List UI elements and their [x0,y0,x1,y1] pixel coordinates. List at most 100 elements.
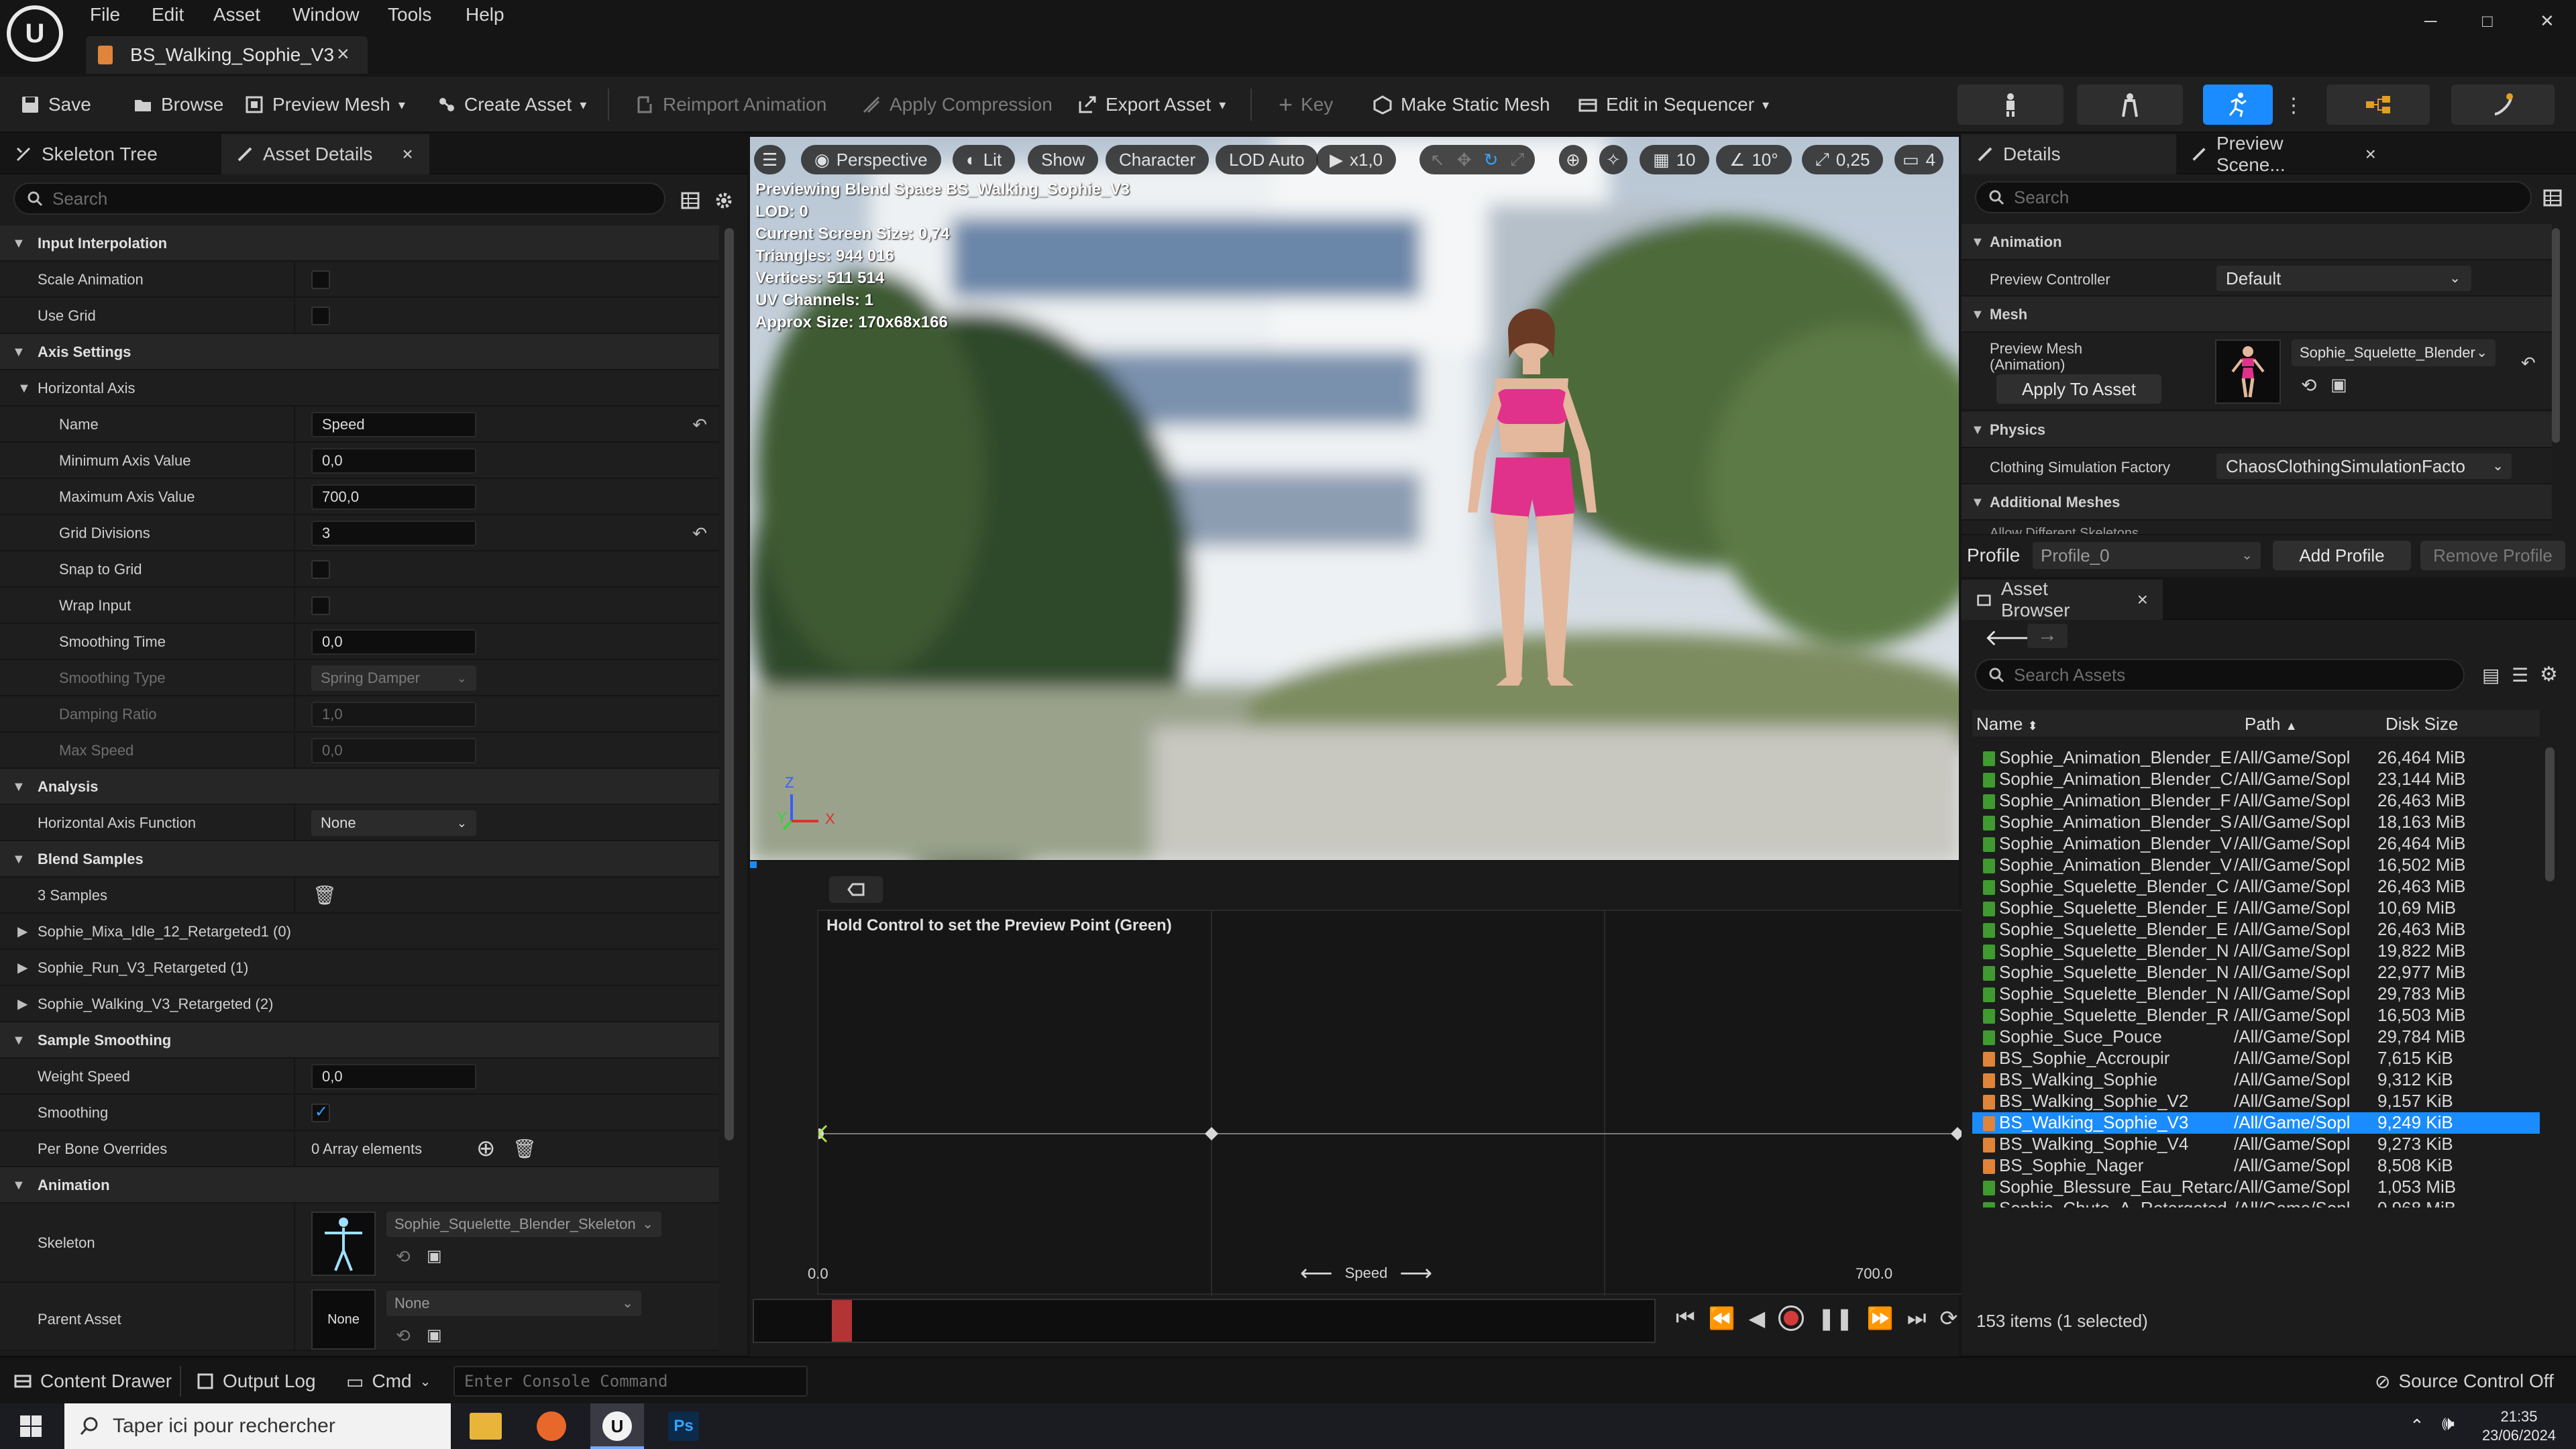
viewport-menu-button[interactable]: ☰ [754,145,786,174]
asset-row[interactable]: BS_Sophie_Nager/All/Game/Sopl 8,508 KiB [1972,1155,2540,1177]
asset-row[interactable]: Sophie_Animation_Blender_S/All/Game/Sopl… [1972,812,2540,833]
close-icon[interactable]: × [2365,144,2376,165]
asset-row[interactable]: BS_Sophie_Accroupir/All/Game/Sopl 7,615 K… [1972,1048,2540,1069]
trash-icon[interactable]: 🗑 [313,884,337,906]
column-name[interactable]: Name ⬍ [1976,714,2038,735]
tab-preview-scene[interactable]: Preview Scene... × [2176,133,2391,175]
menu-file[interactable]: File [90,4,120,25]
forward-arrow-icon[interactable]: → [2027,624,2068,648]
minimize-button[interactable]: ─ [2424,11,2436,32]
playback-speed-button[interactable]: ▶ x1,0 [1316,145,1397,174]
asset-row[interactable]: Sophie_Animation_Blender_E/All/Game/Sopl… [1972,747,2540,769]
profile-select[interactable]: Profile_0 ⌄ [2033,542,2261,569]
filter-icon[interactable]: ☰ [2512,664,2528,686]
step-forward-icon[interactable]: ⏩ [1867,1305,1894,1331]
windows-start-icon[interactable] [19,1414,43,1438]
asset-row[interactable]: Sophie_Suce_Pouce/All/Game/Sopl 29,784 Mi… [1972,1026,2540,1048]
expanded-arrow-icon[interactable]: ▼ [12,1022,25,1059]
tab-skeleton-tree[interactable]: Skeleton Tree [0,134,221,174]
category-row[interactable]: ▼ Animation [0,1167,719,1203]
skip-to-start-icon[interactable]: ⏮ [1676,1305,1695,1331]
mesh-thumbnail[interactable] [2215,339,2281,404]
collapsed-arrow-icon[interactable]: ▶ [17,950,28,986]
grid-snap-button[interactable]: ▦ 10 [1640,145,1709,174]
clothing-factory-select[interactable]: ChaosClothingSimulationFacto ⌄ [2216,453,2512,479]
skeleton-thumbnail[interactable] [311,1212,376,1276]
more-options-icon[interactable]: ⋮ [2284,94,2304,117]
asset-row[interactable]: Sophie_Squelette_Blender_E/All/Game/Sopl… [1972,898,2540,919]
create-asset-button[interactable]: Create Asset ▾ [436,76,586,133]
add-profile-button[interactable]: Add Profile [2273,541,2411,570]
close-window-button[interactable]: ✕ [2540,11,2555,32]
tab-asset-details[interactable]: Asset Details × [221,134,429,174]
record-icon[interactable] [1778,1305,1805,1331]
tab-details[interactable]: Details [1962,134,2176,174]
viewport[interactable]: ☰ ◉ Perspective ◐ Lit Show Character LOD A… [750,137,1959,860]
key-button[interactable]: + Key [1279,76,1333,133]
perspective-button[interactable]: ◉ Perspective [801,145,941,174]
show-button[interactable]: Show [1028,145,1099,174]
asset-row[interactable]: Sophie_Animation_Blender_F/All/Game/Sopl… [1972,790,2540,812]
reset-to-default-icon[interactable]: ↶ [692,515,707,551]
loop-icon[interactable]: ⟳ [1940,1305,1958,1331]
category-animation[interactable]: ▼ Animation [1962,224,2552,260]
details-scrollbar[interactable] [2552,228,2560,443]
edit-in-sequencer-button[interactable]: Edit in Sequencer ▾ [1578,76,1769,133]
browse-to-asset-icon[interactable]: ▣ [2330,374,2347,395]
firefox-icon[interactable] [537,1411,566,1441]
preview-controller-select[interactable]: Default ⌄ [2216,266,2471,291]
category-row[interactable]: ▼ Blend Samples [0,841,719,877]
angle-snap-button[interactable]: ∠ 10° [1716,145,1792,174]
world-local-button[interactable]: ⊕ [1559,145,1587,174]
close-icon[interactable]: × [2137,589,2148,610]
expanded-arrow-icon[interactable]: ▼ [12,334,25,370]
parent-thumbnail[interactable]: None [311,1289,376,1350]
column-disk-size[interactable]: Disk Size [2385,714,2458,735]
gear-icon[interactable] [714,191,734,211]
expanded-arrow-icon[interactable]: ▼ [12,769,25,805]
value-field[interactable]: 0,0 [311,738,476,763]
value-field[interactable]: 0,0 [311,448,476,474]
apply-to-asset-button[interactable]: Apply To Asset [1996,374,2161,404]
property-row[interactable]: ▼ Horizontal Axis [0,370,719,407]
asset-search-input[interactable]: Search Assets [1975,659,2465,691]
content-drawer-button[interactable]: Content Drawer [13,1358,172,1405]
property-row[interactable]: ▶ Sophie_Mixa_Idle_12_Retargeted1 (0) [0,914,719,950]
asset-row[interactable]: Sophie_Squelette_Blender_R/All/Game/Sopl… [1972,1005,2540,1026]
checkbox[interactable] [311,307,330,325]
category-mesh[interactable]: ▼ Mesh [1962,297,2552,333]
asset-row[interactable]: BS_Walking_Sophie_V2/All/Game/Sopl 9,157 … [1972,1091,2540,1112]
remove-profile-button[interactable]: Remove Profile [2420,541,2565,570]
asset-row[interactable]: BS_Walking_Sophie_V4/All/Game/Sopl 9,273 … [1972,1134,2540,1155]
pause-icon[interactable]: ❚❚ [1817,1305,1854,1331]
save-button[interactable]: Save [20,76,91,133]
category-row[interactable]: ▼ Analysis [0,769,719,805]
left-search-input[interactable]: Search [13,182,665,215]
parent-asset-select[interactable]: None ⌄ [386,1291,641,1316]
close-icon[interactable]: × [337,42,350,66]
asset-row[interactable]: Sophie_Animation_Blender_V/All/Game/Sopl… [1972,855,2540,876]
left-scrollbar[interactable] [724,228,734,1140]
export-asset-button[interactable]: Export Asset ▾ [1077,76,1226,133]
trash-icon[interactable]: 🗑 [513,1138,537,1160]
dropdown-select[interactable]: Spring Damper ⌄ [311,665,476,691]
camera-speed-button[interactable]: ▭ 4 [1894,145,1944,174]
checkbox[interactable] [311,1102,330,1122]
cmd-button[interactable]: ▭ Cmd ⌄ [346,1358,431,1405]
asset-row[interactable]: Sophie_Animation_Blender_V/All/Game/Sopl… [1972,833,2540,855]
reset-to-default-icon[interactable]: ↶ [2521,353,2536,374]
physics-mode-button[interactable] [2451,85,2555,125]
scale-icon[interactable]: ⤢ [1510,149,1524,170]
asset-row[interactable]: Sophie_Squelette_Blender_N/All/Game/Sopl… [1972,983,2540,1005]
value-field[interactable]: 0,0 [311,629,476,655]
property-row[interactable]: ▶ Sophie_Walking_V3_Retargeted (2) [0,986,719,1022]
speaker-icon[interactable]: 🕪 [2442,1413,2455,1436]
menu-help[interactable]: Help [466,4,504,25]
browse-button[interactable]: Browse [133,76,223,133]
skeleton-select[interactable]: Sophie_Squelette_Blender_Skeleton ⌄ [386,1212,661,1237]
category-row[interactable]: ▼ Input Interpolation [0,225,719,262]
make-static-mesh-button[interactable]: Make Static Mesh [1373,76,1550,133]
use-selected-icon[interactable]: ⟲ [2301,374,2316,396]
transform-tools[interactable]: ↖ ✥ ↻ ⤢ [1419,145,1536,174]
move-icon[interactable]: ✥ [1457,150,1472,170]
